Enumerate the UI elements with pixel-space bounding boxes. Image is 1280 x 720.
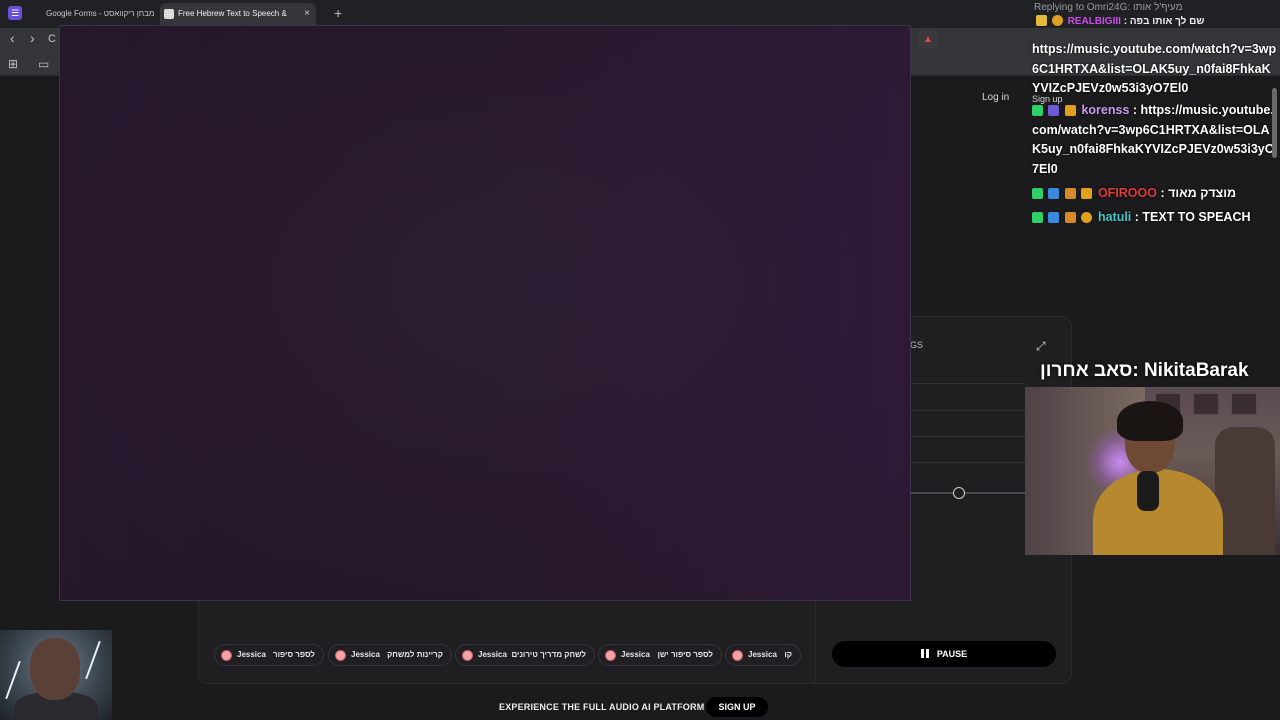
- reply-message: REALBIGIII : שם לך אותו בפה: [1036, 15, 1276, 33]
- last-sub-label: סאב אחרון: NikitaBarak: [1040, 360, 1249, 381]
- forward-button[interactable]: ›: [30, 30, 35, 46]
- card-divider: [815, 600, 816, 684]
- divider: [910, 462, 1025, 463]
- reply-username: REALBIGIII: [1067, 16, 1121, 27]
- divider: [910, 410, 1025, 411]
- divider: [910, 383, 1025, 384]
- voice-avatar-icon: [732, 650, 743, 661]
- tab-search-icon[interactable]: ☰: [8, 6, 22, 20]
- voice-chip[interactable]: Jessica קו: [725, 644, 801, 666]
- tab-text-to-speech[interactable]: Free Hebrew Text to Speech & ×: [160, 3, 316, 25]
- sub-badge-icon: [1081, 212, 1093, 223]
- chair: [1215, 427, 1275, 555]
- voice-avatar-icon: [221, 650, 232, 661]
- star-badge-icon: [1048, 188, 1060, 199]
- bookmark-folder-icon[interactable]: ▭: [38, 57, 49, 71]
- voice-sample-text: קריינות למשחק: [387, 650, 443, 659]
- crown-badge-icon: [1081, 188, 1093, 199]
- microphone: [1137, 471, 1159, 511]
- mod-badge-icon: [1032, 105, 1043, 116]
- avatar-face: [30, 638, 80, 700]
- pause-label: PAUSE: [936, 649, 968, 659]
- voice-name: Jessica: [748, 650, 777, 659]
- extension-warning-icon[interactable]: ▲: [918, 31, 938, 49]
- voice-name: Jessica: [237, 650, 266, 659]
- apps-grid-icon[interactable]: ⊞: [8, 57, 18, 71]
- site-favicon-icon: [164, 9, 174, 19]
- streamer-hair: [1117, 401, 1183, 441]
- gift-badge-icon: [1064, 212, 1076, 223]
- voice-sample-text: לספר סיפור: [272, 650, 315, 659]
- chat-username[interactable]: hatuli: [1098, 210, 1131, 224]
- reply-text: : שם לך אותו בפה: [1123, 16, 1205, 27]
- volume-slider[interactable]: [910, 492, 1025, 494]
- expand-icon[interactable]: ⤢: [1036, 339, 1046, 354]
- wall-poster: [1193, 393, 1219, 415]
- back-button[interactable]: ‹: [10, 30, 15, 46]
- sub-badge-icon: [1051, 15, 1063, 26]
- tab-close-icon[interactable]: ×: [304, 3, 310, 25]
- webcam-feed: [1025, 387, 1280, 555]
- chat-username[interactable]: OFIROOO: [1098, 186, 1157, 200]
- voice-name: Jessica: [621, 650, 650, 659]
- voice-sample-text: קו: [784, 650, 792, 659]
- voice-avatar-icon: [462, 650, 473, 661]
- voice-chip[interactable]: Jessica קריינות למשחק: [328, 644, 452, 666]
- lightning-bolt: [85, 640, 101, 680]
- chat-text: https://music.youtube.com/watch?v=3wp6C1…: [1032, 42, 1277, 95]
- crown-badge-icon: [1064, 105, 1076, 116]
- voice-avatar-icon: [605, 650, 616, 661]
- settings-label: GS: [910, 340, 924, 350]
- tab-title: Free Hebrew Text to Speech &: [178, 9, 287, 18]
- video-overlay: [59, 25, 911, 601]
- mod-badge-icon: [1032, 188, 1043, 199]
- overlay-avatar-image: [0, 630, 112, 720]
- cube-badge-icon: [1048, 212, 1060, 223]
- voice-chip[interactable]: Jessica לשחק מדריך טירונים: [455, 644, 595, 666]
- tab-google-forms[interactable]: Google Forms - מבחן ריקוואסט: [38, 3, 160, 25]
- voice-sample-text: לשחק מדריך טירונים: [511, 650, 586, 659]
- voice-sample-text: לספר סיפור ישן: [657, 650, 713, 659]
- chat-text: : TEXT TO SPEACH: [1131, 210, 1251, 224]
- chat-scrollbar[interactable]: [1272, 88, 1277, 158]
- lightning-bolt: [5, 660, 21, 700]
- cube-badge-icon: [1048, 105, 1060, 116]
- new-tab-button[interactable]: +: [334, 5, 342, 21]
- reload-button[interactable]: C: [48, 33, 56, 45]
- crown-badge-icon: [1036, 15, 1047, 26]
- mod-badge-icon: [1032, 212, 1043, 223]
- chat-message: hatuli : TEXT TO SPEACH: [1032, 208, 1278, 228]
- voice-name: Jessica: [351, 650, 380, 659]
- pause-icon: [920, 649, 929, 658]
- pause-button[interactable]: PAUSE: [832, 641, 1056, 667]
- chat-text: : מוצדק מאוד: [1156, 186, 1237, 200]
- divider: [910, 436, 1025, 437]
- gift-badge-icon: [1064, 188, 1076, 199]
- voice-avatar-icon: [335, 650, 346, 661]
- chat-message: https://music.youtube.com/watch?v=3wp6C1…: [1032, 40, 1278, 99]
- chat-username[interactable]: korenss: [1081, 103, 1129, 117]
- reply-header: Replying to Omri24G: מעיף'ל אותו: [1034, 2, 1183, 13]
- chat-message: korenss : https://music.youtube.com/watc…: [1032, 101, 1278, 179]
- voice-chip[interactable]: Jessica לספר סיפור ישן: [598, 644, 722, 666]
- wall-poster: [1231, 393, 1257, 415]
- chat-message: OFIROOO : מוצדק מאוד: [1032, 184, 1278, 204]
- voice-name: Jessica: [478, 650, 507, 659]
- footer-promo-text: EXPERIENCE THE FULL AUDIO AI PLATFORM: [499, 702, 705, 712]
- login-link[interactable]: Log in: [982, 92, 1009, 103]
- signup-button[interactable]: SIGN UP: [706, 697, 768, 717]
- voice-chip[interactable]: Jessica לספר סיפור: [214, 644, 324, 666]
